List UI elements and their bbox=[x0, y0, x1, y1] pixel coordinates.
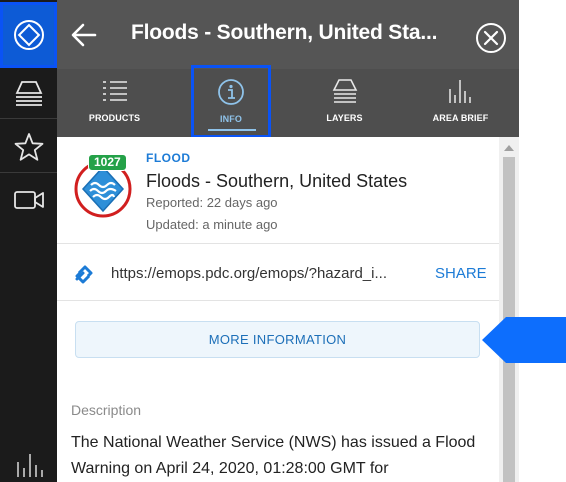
bar-chart-icon bbox=[448, 80, 471, 103]
rail-video-button[interactable] bbox=[0, 178, 57, 222]
updated-time: Updated: a minute ago bbox=[146, 217, 278, 232]
tab-bar: PRODUCTS INFO LAYERS AREA BRIEF bbox=[57, 65, 519, 138]
tab-products[interactable]: PRODUCTS bbox=[57, 69, 172, 137]
hazard-name: Floods - Southern, United States bbox=[146, 171, 408, 191]
hazard-type: FLOOD bbox=[146, 151, 191, 165]
tab-info[interactable]: INFO bbox=[191, 65, 271, 138]
rail-charts-button[interactable] bbox=[0, 446, 57, 480]
rail-divider bbox=[0, 118, 57, 119]
hazard-count-badge: 1027 bbox=[88, 154, 127, 171]
description-label: Description bbox=[71, 402, 142, 418]
panel-title: Floods - Southern, United Sta... bbox=[131, 21, 438, 44]
tab-selected-indicator bbox=[208, 129, 256, 131]
tab-label: PRODUCTS bbox=[88, 113, 141, 123]
tab-label: AREA BRIEF bbox=[432, 113, 489, 123]
info-icon bbox=[218, 79, 244, 105]
hazard-url[interactable]: https://emops.pdc.org/emops/?hazard_i... bbox=[111, 265, 429, 282]
list-icon bbox=[102, 81, 127, 101]
more-information-button[interactable]: MORE INFORMATION bbox=[75, 321, 480, 358]
back-button[interactable] bbox=[71, 21, 97, 49]
star-icon bbox=[14, 133, 43, 161]
bar-chart-icon bbox=[16, 454, 43, 477]
description-text: The National Weather Service (NWS) has i… bbox=[71, 434, 476, 477]
home-diamond-icon bbox=[13, 20, 44, 50]
layers-icon bbox=[332, 79, 357, 103]
tab-layers[interactable]: LAYERS bbox=[287, 69, 402, 137]
info-panel: 1027 FLOOD Floods - Southern, United Sta… bbox=[57, 137, 499, 482]
video-camera-icon bbox=[13, 191, 44, 209]
tab-area-brief[interactable]: AREA BRIEF bbox=[402, 69, 519, 137]
layers-icon bbox=[15, 81, 42, 106]
back-arrow-icon bbox=[71, 23, 97, 47]
home-button[interactable] bbox=[0, 2, 57, 68]
close-icon bbox=[476, 23, 506, 53]
close-button[interactable] bbox=[475, 22, 507, 54]
share-button[interactable]: SHARE bbox=[435, 265, 487, 282]
panel-header: Floods - Southern, United Sta... bbox=[57, 0, 519, 69]
scrollbar[interactable] bbox=[499, 137, 519, 482]
rail-layers-button[interactable] bbox=[0, 70, 57, 116]
pointer-arrow-icon bbox=[482, 317, 566, 363]
divider bbox=[57, 243, 499, 244]
reported-time: Reported: 22 days ago bbox=[146, 195, 278, 210]
rail-divider bbox=[0, 172, 57, 173]
tab-label: INFO bbox=[220, 114, 242, 124]
link-icon bbox=[75, 265, 93, 284]
left-rail bbox=[0, 0, 57, 482]
divider bbox=[57, 300, 499, 301]
tab-label: LAYERS bbox=[326, 113, 363, 123]
scroll-up-arrow-icon[interactable] bbox=[504, 145, 514, 151]
rail-favorites-button[interactable] bbox=[0, 124, 57, 170]
